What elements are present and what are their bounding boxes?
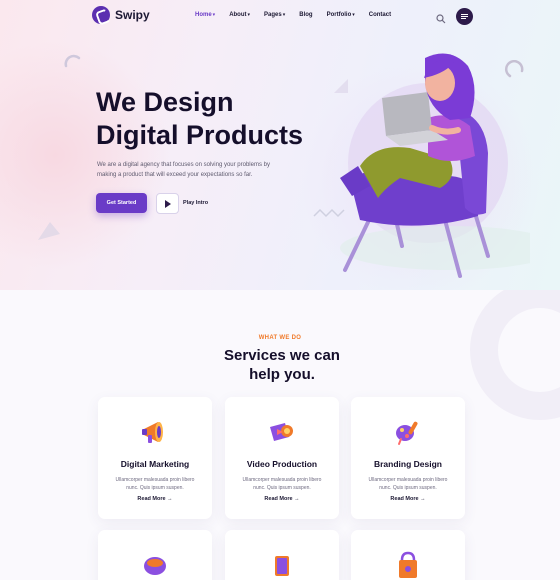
megaphone-icon	[142, 422, 163, 443]
ring-decoration	[64, 54, 81, 68]
shopping-bag-icon	[399, 551, 417, 578]
read-more-link[interactable]: Read More →	[225, 496, 339, 502]
section-eyebrow: WHAT WE DO	[258, 335, 302, 341]
read-more-label: Read More	[390, 496, 419, 502]
card-description: Ullamcorper malesuada proin libero nunc.…	[115, 477, 195, 491]
menu-toggle-button[interactable]	[456, 8, 473, 25]
brand-name: Swipy	[115, 8, 150, 22]
service-card-video-production[interactable]: Video Production Ullamcorper malesuada p…	[225, 397, 339, 519]
play-intro-button[interactable]	[156, 193, 179, 214]
hamburger-icon	[461, 14, 468, 15]
card-description: Ullamcorper malesuada proin libero nunc.…	[368, 477, 448, 491]
nav-item-home[interactable]: Home▾	[195, 12, 215, 18]
get-started-button[interactable]: Get Started	[96, 193, 147, 213]
services-section: WHAT WE DO Services we can help you. Dig…	[0, 290, 560, 580]
logo-icon	[92, 6, 110, 24]
triangle-decoration	[38, 222, 60, 240]
hero-description: We are a digital agency that focuses on …	[97, 162, 270, 178]
read-more-link[interactable]: Read More →	[351, 496, 465, 502]
hero-section: Swipy Home▾ About▾ Pages▾ Blog Portfolio…	[0, 0, 560, 290]
hero-title-line: We Design	[96, 87, 234, 117]
service-card[interactable]	[225, 530, 339, 580]
monitor-icon	[275, 556, 289, 576]
ring-decoration	[470, 290, 560, 420]
service-card[interactable]	[351, 530, 465, 580]
card-title: Video Production	[246, 459, 318, 469]
service-card[interactable]	[98, 530, 212, 580]
search-icon	[436, 14, 446, 24]
section-title-line: Services we can	[224, 347, 340, 364]
hero-bg-blob	[0, 40, 170, 270]
service-card-digital-marketing[interactable]: Digital Marketing Ullamcorper malesuada …	[98, 397, 212, 519]
nav-item-contact[interactable]: Contact	[369, 12, 391, 18]
arrow-right-icon: →	[167, 496, 173, 502]
arrow-right-icon: →	[294, 496, 300, 502]
search-button[interactable]	[436, 11, 446, 24]
read-more-label: Read More	[137, 496, 166, 502]
section-title-line: help you.	[249, 366, 315, 383]
card-description: Ullamcorper malesuada proin libero nunc.…	[242, 477, 322, 491]
branding-brush-icon	[396, 421, 418, 445]
play-intro-label[interactable]: Play Intro	[183, 200, 208, 206]
play-icon	[164, 199, 171, 208]
nav-item-pages[interactable]: Pages▾	[264, 12, 285, 18]
card-title: Branding Design	[373, 459, 442, 469]
paint-bucket-icon	[144, 557, 166, 575]
brand-logo[interactable]: Swipy	[92, 6, 150, 24]
service-card-branding-design[interactable]: Branding Design Ullamcorper malesuada pr…	[351, 397, 465, 519]
card-title: Digital Marketing	[120, 459, 190, 469]
nav-item-about[interactable]: About▾	[229, 12, 250, 18]
hamburger-icon-line	[461, 16, 468, 17]
hamburger-icon-line	[461, 18, 466, 19]
read-more-label: Read More	[264, 496, 293, 502]
hero-illustration	[340, 53, 530, 278]
top-nav: Swipy Home▾ About▾ Pages▾ Blog Portfolio…	[0, 0, 560, 32]
section-title: Services we can help you.	[180, 346, 384, 384]
main-menu: Home▾ About▾ Pages▾ Blog Portfolio▾ Cont…	[195, 12, 405, 18]
video-camera-icon	[270, 423, 293, 441]
nav-item-portfolio[interactable]: Portfolio▾	[327, 12, 355, 18]
read-more-link[interactable]: Read More →	[98, 496, 212, 502]
hero-title-line: Digital Products	[96, 120, 304, 150]
arrow-right-icon: →	[420, 496, 426, 502]
nav-item-blog[interactable]: Blog	[299, 12, 312, 18]
